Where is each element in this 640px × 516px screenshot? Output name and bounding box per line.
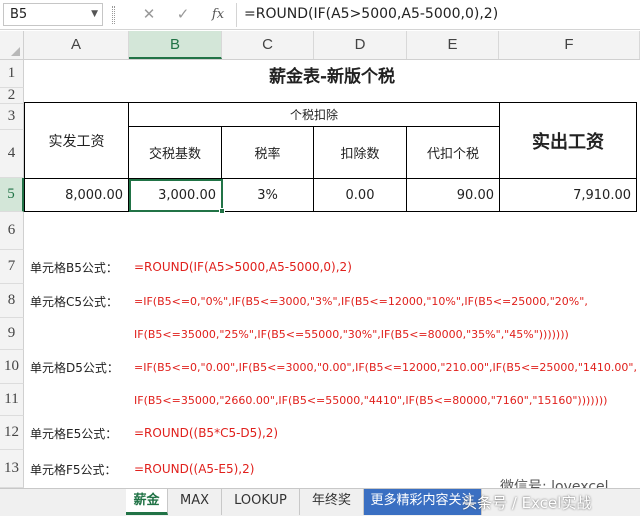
- name-box-value: B5: [10, 7, 28, 22]
- tab-salary[interactable]: 薪金: [126, 489, 168, 515]
- row-header-4[interactable]: 4: [0, 130, 24, 178]
- row-header-2[interactable]: 2: [0, 87, 24, 104]
- header-tax-group[interactable]: 个税扣除: [128, 102, 500, 127]
- formula-divider: [236, 3, 237, 27]
- note-formula-d5-line2[interactable]: IF(B5<=35000,"2660.00",IF(B5<=55000,"441…: [134, 384, 607, 416]
- cell-e5[interactable]: 90.00: [406, 178, 500, 212]
- tab-year-end-bonus[interactable]: 年终奖: [300, 489, 364, 515]
- cancel-icon[interactable]: ✕: [134, 3, 164, 26]
- row-header-8[interactable]: 8: [0, 284, 24, 318]
- worksheet-grid[interactable]: 薪金表-新版个税 实发工资 个税扣除 交税基数 税率 扣除数 代扣个税 实出工资…: [24, 60, 640, 488]
- formula-input[interactable]: =ROUND(IF(A5>5000,A5-5000,0),2): [244, 3, 498, 26]
- header-actual-salary[interactable]: 实发工资: [24, 102, 129, 179]
- cell-c5[interactable]: 3%: [221, 178, 314, 212]
- insert-function-icon[interactable]: fx: [203, 3, 233, 26]
- header-tax-rate[interactable]: 税率: [221, 126, 314, 179]
- row-header-12[interactable]: 12: [0, 416, 24, 450]
- note-label-d5[interactable]: 单元格D5公式：: [30, 350, 119, 384]
- note-formula-e5[interactable]: =ROUND((B5*C5-D5),2): [134, 416, 278, 450]
- note-label-f5[interactable]: 单元格F5公式：: [30, 450, 117, 488]
- row-header-13[interactable]: 13: [0, 450, 24, 488]
- row-header-1[interactable]: 1: [0, 60, 24, 88]
- note-formula-c5-line2[interactable]: IF(B5<=35000,"25%",IF(B5<=55000,"30%",IF…: [134, 318, 569, 350]
- enter-icon[interactable]: ✓: [168, 3, 198, 26]
- note-formula-f5[interactable]: =ROUND((A5-E5),2): [134, 450, 254, 488]
- column-header-b[interactable]: B: [129, 31, 222, 59]
- row-header-7[interactable]: 7: [0, 250, 24, 284]
- cell-d5[interactable]: 0.00: [313, 178, 407, 212]
- formula-bar-grip[interactable]: [112, 6, 115, 24]
- name-box[interactable]: B5 ▼: [3, 3, 103, 26]
- tab-lookup[interactable]: LOOKUP: [222, 489, 300, 515]
- row-header-6[interactable]: 6: [0, 212, 24, 250]
- tab-max[interactable]: MAX: [168, 489, 222, 515]
- note-label-e5[interactable]: 单元格E5公式：: [30, 416, 117, 450]
- row-header-11[interactable]: 11: [0, 384, 24, 416]
- row-header-5[interactable]: 5: [0, 178, 24, 212]
- watermark-toutiao: 头条号 / Excel实战: [462, 494, 592, 512]
- cell-b5[interactable]: 3,000.00: [128, 178, 222, 212]
- row-header-9[interactable]: 9: [0, 318, 24, 350]
- note-formula-c5-line1[interactable]: =IF(B5<=0,"0%",IF(B5<=3000,"3%",IF(B5<=1…: [134, 284, 588, 318]
- header-tax-base[interactable]: 交税基数: [128, 126, 222, 179]
- note-formula-b5[interactable]: =ROUND(IF(A5>5000,A5-5000,0),2): [134, 250, 352, 284]
- header-net-salary[interactable]: 实出工资: [499, 102, 637, 179]
- column-header-c[interactable]: C: [222, 31, 314, 59]
- select-all-triangle-icon: [11, 47, 20, 56]
- column-header-a[interactable]: A: [24, 31, 129, 59]
- column-header-e[interactable]: E: [407, 31, 499, 59]
- header-withheld-tax[interactable]: 代扣个税: [406, 126, 500, 179]
- cell-f5[interactable]: 7,910.00: [499, 178, 637, 212]
- column-header-bar: A B C D E F: [0, 31, 640, 60]
- select-all-corner[interactable]: [0, 31, 24, 60]
- row-header-3[interactable]: 3: [0, 104, 24, 130]
- note-label-c5[interactable]: 单元格C5公式：: [30, 284, 118, 318]
- sheet-title[interactable]: 薪金表-新版个税: [24, 60, 640, 88]
- note-label-b5[interactable]: 单元格B5公式：: [30, 250, 118, 284]
- header-deduction[interactable]: 扣除数: [313, 126, 407, 179]
- column-header-d[interactable]: D: [314, 31, 407, 59]
- cell-a5[interactable]: 8,000.00: [24, 178, 129, 212]
- column-header-f[interactable]: F: [499, 31, 640, 59]
- chevron-down-icon[interactable]: ▼: [91, 4, 98, 25]
- formula-bar: B5 ▼ ✕ ✓ fx =ROUND(IF(A5>5000,A5-5000,0)…: [0, 0, 640, 30]
- note-formula-d5-line1[interactable]: =IF(B5<=0,"0.00",IF(B5<=3000,"0.00",IF(B…: [134, 350, 637, 384]
- row-header-10[interactable]: 10: [0, 350, 24, 384]
